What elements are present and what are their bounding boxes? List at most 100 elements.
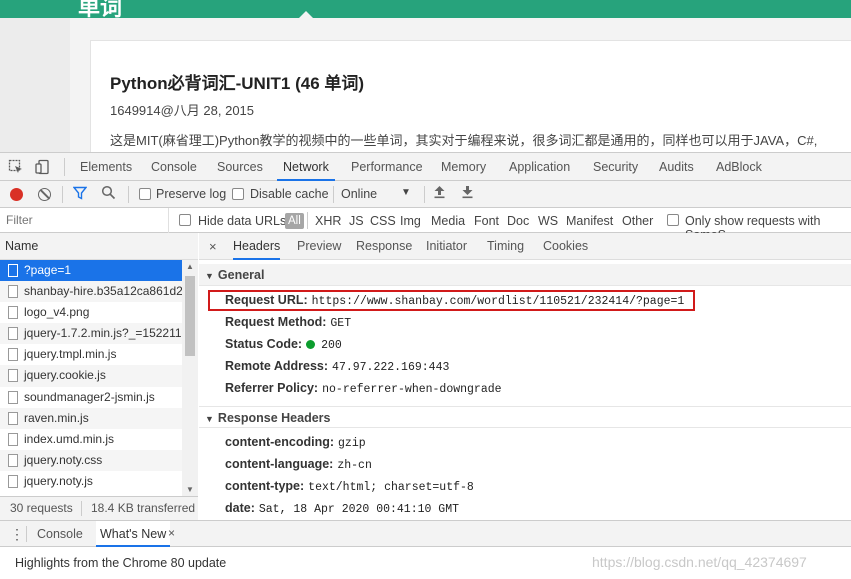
tab-security[interactable]: Security: [587, 153, 644, 181]
type-filter-css[interactable]: CSS: [370, 214, 396, 228]
file-icon: [8, 411, 18, 425]
response-headers-section-header[interactable]: ▼ Response Headers: [199, 406, 851, 428]
filter-bar: Hide data URLs All XHR JS CSS Img Media …: [0, 208, 851, 242]
toolbar-divider: [333, 186, 334, 203]
type-filter-ws[interactable]: WS: [538, 214, 558, 228]
filter-toggle-icon[interactable]: [72, 186, 88, 203]
header-key: Status Code:: [225, 337, 303, 351]
file-icon: [8, 306, 18, 320]
type-filter-img[interactable]: Img: [400, 214, 421, 228]
screenshot-root: 单词 Python必背词汇-UNIT1 (46 单词) 1649914@八月 2…: [0, 0, 851, 579]
only-show-samesite-checkbox[interactable]: [667, 214, 679, 226]
request-row[interactable]: soundmanager2-jsmin.js: [0, 387, 182, 408]
devtools-panel: Elements Console Sources Network Perform…: [0, 152, 851, 579]
drawer-tab-whats-new[interactable]: What's New: [96, 521, 171, 547]
tab-response[interactable]: Response: [356, 233, 412, 260]
request-name: logo_v4.png: [24, 305, 90, 320]
header-key: content-language:: [225, 457, 334, 471]
filter-divider: [168, 208, 169, 233]
close-icon[interactable]: ×: [209, 239, 217, 254]
tab-initiator[interactable]: Initiator: [426, 233, 467, 260]
scroll-up-icon[interactable]: ▲: [186, 262, 194, 271]
tab-timing[interactable]: Timing: [487, 233, 524, 260]
type-filter-doc[interactable]: Doc: [507, 214, 529, 228]
type-filter-js[interactable]: JS: [349, 214, 364, 228]
request-name: shanbay-hire.b35a12ca861d2.: [24, 284, 182, 299]
type-filter-font[interactable]: Font: [474, 214, 499, 228]
type-filter-manifest[interactable]: Manifest: [566, 214, 613, 228]
wordlist-description: 这是MIT(麻省理工)Python教学的视频中的一些单词，其实对于编程来说，很多…: [110, 133, 818, 148]
request-row[interactable]: jquery.noty.js: [0, 471, 182, 492]
type-filter-media[interactable]: Media: [431, 214, 465, 228]
device-toolbar-icon[interactable]: [35, 159, 51, 175]
general-section-title: General: [217, 268, 265, 282]
type-filter-all[interactable]: All: [285, 213, 304, 229]
request-row[interactable]: shanbay-hire.b35a12ca861d2.: [0, 281, 182, 303]
inspect-element-icon[interactable]: [8, 159, 24, 175]
more-options-icon[interactable]: ⋮: [10, 526, 24, 543]
tab-audits[interactable]: Audits: [653, 153, 700, 181]
search-icon[interactable]: [101, 185, 116, 203]
file-icon: [8, 348, 18, 362]
request-row[interactable]: raven.min.js: [0, 407, 182, 429]
request-name: jquery.noty.css: [24, 452, 103, 467]
wordlist-title: Python必背词汇-UNIT1 (46 单词): [110, 74, 365, 93]
throttling-select[interactable]: Online: [341, 187, 377, 201]
request-row[interactable]: index.umd.min.js: [0, 429, 182, 450]
expand-triangle-icon: ▼: [205, 271, 214, 281]
file-icon: [8, 453, 18, 467]
tab-application[interactable]: Application: [503, 153, 576, 181]
header-value: https://www.shanbay.com/wordlist/110521/…: [311, 295, 685, 308]
preserve-log-checkbox[interactable]: [139, 188, 151, 200]
toolbar-divider: [128, 186, 129, 203]
general-section-header[interactable]: ▼ General: [199, 264, 851, 286]
tab-cookies[interactable]: Cookies: [543, 233, 588, 260]
expand-triangle-icon: ▼: [205, 414, 214, 424]
tab-performance[interactable]: Performance: [345, 153, 429, 181]
close-icon[interactable]: ×: [168, 526, 175, 540]
type-filter-xhr[interactable]: XHR: [315, 214, 341, 228]
request-row[interactable]: jquery.cookie.js: [0, 365, 182, 387]
name-column-header[interactable]: Name: [0, 233, 198, 260]
whats-new-highlight[interactable]: Highlights from the Chrome 80 update: [15, 556, 226, 570]
request-list-scrollbar[interactable]: ▲ ▼: [182, 260, 198, 496]
drawer-tab-console[interactable]: Console: [37, 521, 83, 547]
tab-console[interactable]: Console: [145, 153, 203, 181]
filter-input[interactable]: [0, 210, 168, 230]
transferred-size: 18.4 KB transferred: [91, 501, 196, 515]
export-har-icon[interactable]: [461, 185, 474, 202]
request-row[interactable]: jquery-1.7.2.min.js?_=1522116: [0, 323, 182, 345]
tab-network[interactable]: Network: [277, 153, 335, 181]
request-row[interactable]: jquery.tmpl.min.js: [0, 344, 182, 365]
disable-cache-checkbox[interactable]: [232, 188, 244, 200]
response-header-row: content-type: text/html; charset=utf-8: [225, 479, 474, 494]
type-filter-other[interactable]: Other: [622, 214, 653, 228]
file-icon: [8, 327, 18, 341]
tab-memory[interactable]: Memory: [435, 153, 492, 181]
header-value: Sat, 18 Apr 2020 00:41:10 GMT: [258, 503, 460, 516]
status-code-row: Status Code: 200: [225, 337, 342, 352]
tab-elements[interactable]: Elements: [74, 153, 138, 181]
tab-adblock[interactable]: AdBlock: [710, 153, 768, 181]
response-header-row: content-encoding: gzip: [225, 435, 366, 450]
hide-data-urls-checkbox[interactable]: [179, 214, 191, 226]
header-value: zh-cn: [337, 459, 372, 472]
site-header: 单词: [0, 0, 851, 20]
tab-preview[interactable]: Preview: [297, 233, 341, 260]
import-har-icon[interactable]: [433, 185, 446, 202]
scroll-down-icon[interactable]: ▼: [186, 485, 194, 494]
scrollbar-thumb[interactable]: [185, 276, 195, 356]
summary-divider: [81, 501, 82, 516]
request-row[interactable]: ?page=1: [0, 260, 182, 282]
tab-sources[interactable]: Sources: [211, 153, 269, 181]
request-row[interactable]: logo_v4.png: [0, 302, 182, 323]
nav-item-words[interactable]: 单词: [78, 0, 122, 22]
request-name: raven.min.js: [24, 410, 89, 425]
file-icon: [8, 264, 18, 277]
tab-headers[interactable]: Headers: [233, 233, 281, 260]
clear-button[interactable]: [38, 188, 51, 201]
record-button[interactable]: [10, 188, 23, 201]
chevron-down-icon[interactable]: ▼: [401, 187, 411, 198]
header-value: 47.97.222.169:443: [332, 361, 450, 374]
request-row[interactable]: jquery.noty.css: [0, 449, 182, 471]
